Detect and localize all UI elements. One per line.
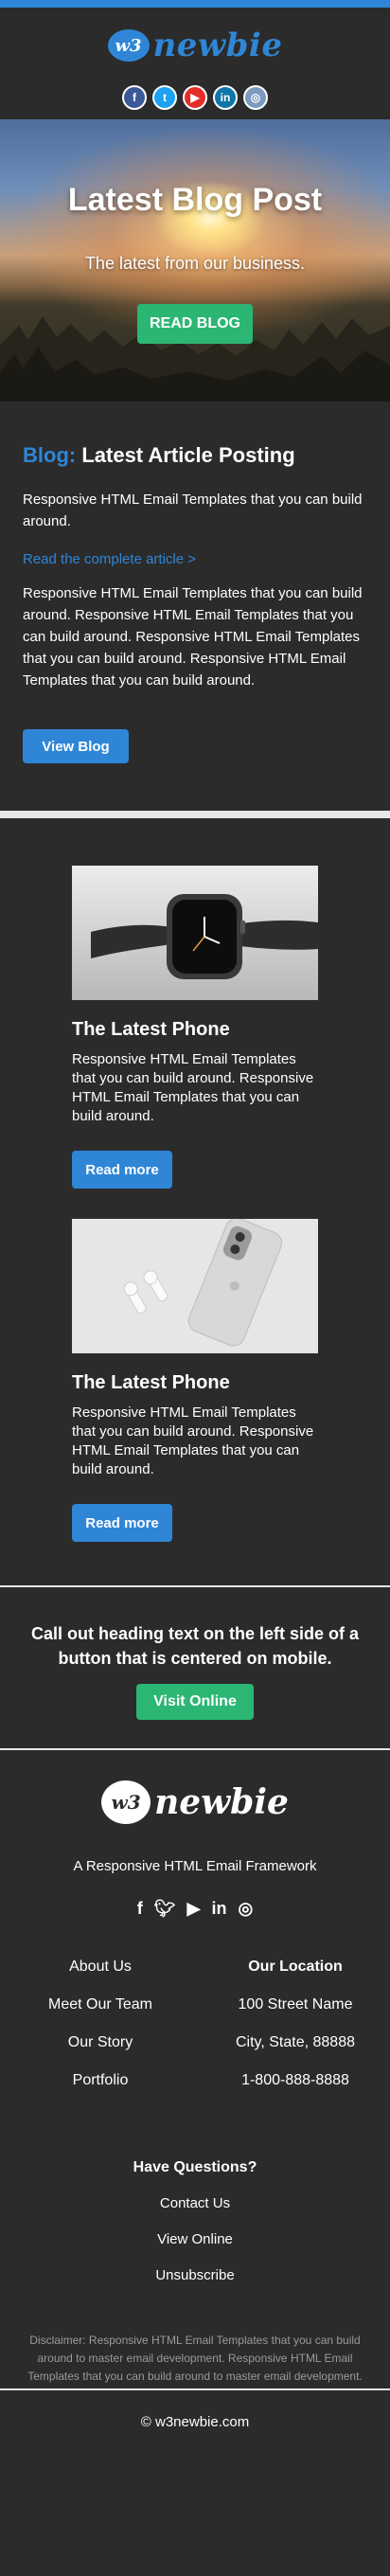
footer-questions: Have Questions? Contact Us View Online U…	[0, 2159, 390, 2303]
footer-link-story[interactable]: Our Story	[6, 2034, 195, 2072]
youtube-icon[interactable]: ▶	[183, 85, 207, 110]
phone-earbuds-image	[72, 1219, 318, 1353]
footer-link-team[interactable]: Meet Our Team	[6, 1996, 195, 2034]
logo-badge: w3	[107, 29, 150, 62]
location-street: 100 Street Name	[238, 1996, 353, 2012]
blog-body: Responsive HTML Email Templates that you…	[23, 585, 363, 689]
footer-social-links: f 🐦︎ ▶ in ◎	[0, 1899, 390, 1919]
twitter-icon[interactable]: t	[152, 85, 177, 110]
blog-intro: Responsive HTML Email Templates that you…	[23, 492, 363, 529]
instagram-icon[interactable]: ◎	[243, 85, 268, 110]
location-heading: Our Location	[248, 1959, 343, 1975]
product-text: Responsive HTML Email Templates that you…	[72, 1404, 314, 1477]
logo[interactable]: w3 newbie	[0, 27, 390, 64]
twitter-icon[interactable]: 🐦︎	[154, 1899, 176, 1919]
footer-location: Our Location 100 Street Name City, State…	[195, 1959, 390, 2110]
unsubscribe-link[interactable]: Unsubscribe	[0, 2267, 390, 2303]
hero-banner: Latest Blog Post The latest from our bus…	[0, 119, 390, 402]
blog-heading: Blog: Latest Article Posting	[23, 443, 367, 468]
header-social-links: f t ▶ in ◎	[0, 85, 390, 110]
read-more-button[interactable]: Read more	[72, 1151, 172, 1189]
copyright: © w3newbie.com	[0, 2388, 390, 2453]
footer-links: About Us Meet Our Team Our Story Portfol…	[0, 1959, 195, 2110]
youtube-icon[interactable]: ▶	[187, 1899, 201, 1919]
blog-section: Blog: Latest Article Posting Responsive …	[0, 402, 390, 818]
blog-heading-text: Latest Article Posting	[81, 443, 295, 467]
product-card: The Latest Phone Responsive HTML Email T…	[72, 1219, 318, 1542]
footer-link-about[interactable]: About Us	[6, 1959, 195, 1996]
instagram-icon[interactable]: ◎	[238, 1899, 253, 1919]
blog-heading-accent: Blog:	[23, 443, 77, 467]
product-card: The Latest Phone Responsive HTML Email T…	[72, 866, 318, 1189]
header: w3 newbie f t ▶ in ◎	[0, 8, 390, 119]
footer-link-portfolio[interactable]: Portfolio	[6, 2072, 195, 2110]
location-phone[interactable]: 1-800-888-8888	[201, 2072, 390, 2110]
read-more-button[interactable]: Read more	[72, 1504, 172, 1542]
contact-us-link[interactable]: Contact Us	[0, 2195, 390, 2231]
linkedin-icon[interactable]: in	[211, 1899, 226, 1919]
footer-columns: About Us Meet Our Team Our Story Portfol…	[0, 1959, 390, 2110]
footer: w3 newbie A Responsive HTML Email Framew…	[0, 1750, 390, 2453]
facebook-icon[interactable]: f	[122, 85, 147, 110]
footer-logo-text: newbie	[154, 1782, 289, 1822]
footer-logo-badge: w3	[101, 1780, 151, 1824]
top-accent-bar	[0, 0, 390, 8]
smartwatch-image	[72, 866, 318, 1000]
callout-section: Call out heading text on the left side o…	[0, 1587, 390, 1750]
callout-heading: Call out heading text on the left side o…	[30, 1624, 360, 1668]
view-blog-button[interactable]: View Blog	[23, 729, 129, 763]
footer-tagline: A Responsive HTML Email Framework	[73, 1858, 317, 1874]
product-title: The Latest Phone	[72, 1019, 230, 1040]
hero-title: Latest Blog Post	[67, 182, 323, 218]
product-title: The Latest Phone	[72, 1372, 230, 1393]
location-city: City, State, 88888	[236, 2034, 355, 2050]
view-online-link[interactable]: View Online	[0, 2231, 390, 2267]
visit-online-button[interactable]: Visit Online	[136, 1684, 254, 1720]
questions-heading: Have Questions?	[133, 2159, 257, 2175]
linkedin-icon[interactable]: in	[213, 85, 238, 110]
facebook-icon[interactable]: f	[137, 1899, 143, 1919]
read-blog-button[interactable]: READ BLOG	[137, 304, 253, 344]
footer-logo[interactable]: w3 newbie	[0, 1779, 390, 1826]
product-text: Responsive HTML Email Templates that you…	[72, 1051, 314, 1124]
products-section: The Latest Phone Responsive HTML Email T…	[0, 818, 390, 1587]
logo-text: newbie	[152, 27, 283, 64]
hero-subtitle: The latest from our business.	[84, 254, 306, 273]
disclaimer: Disclaimer: Responsive HTML Email Templa…	[27, 2334, 363, 2383]
read-article-link[interactable]: Read the complete article >	[23, 551, 367, 567]
